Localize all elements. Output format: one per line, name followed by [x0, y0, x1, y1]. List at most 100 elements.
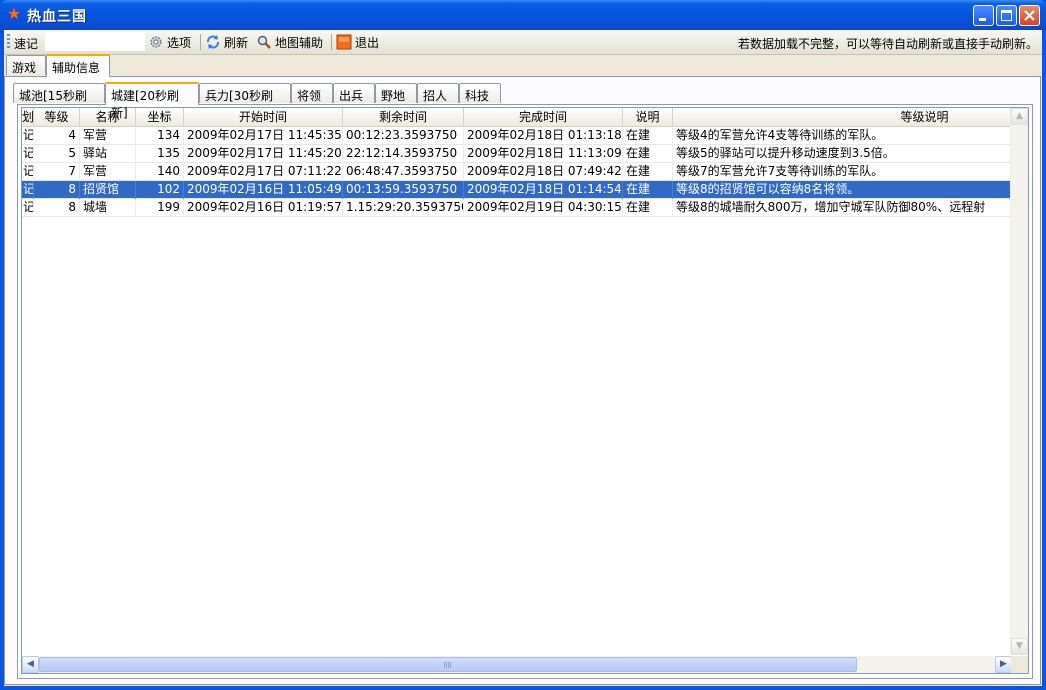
cell-name: 军营	[80, 127, 136, 145]
cell-level-desc: 等级5的驿站可以提升移动速度到3.5倍。	[673, 145, 1012, 163]
magnifier-icon	[257, 35, 271, 49]
maximize-icon	[1001, 10, 1012, 21]
tab-tech[interactable]: 科技	[459, 83, 501, 103]
cell-finish-time: 2009年02月18日 07:49:42	[464, 163, 623, 181]
table-row-selected[interactable]: 记 8 招贤馆 102 2009年02月16日 11:05:49 00:13:5…	[22, 181, 1012, 199]
exit-icon	[336, 34, 352, 50]
cell-remaining-time: 06:48:47.3593750	[343, 163, 464, 181]
tab-wilderness[interactable]: 野地	[375, 83, 417, 103]
cell-remaining-time: 1.15:29:20.3593750	[343, 199, 464, 217]
cell-start-time: 2009年02月16日 11:05:49	[184, 181, 343, 199]
cell-finish-time: 2009年02月18日 11:13:09	[464, 145, 623, 163]
thumb-grip	[444, 662, 452, 668]
tab-troops[interactable]: 兵力[30秒刷新]	[199, 83, 291, 120]
options-button[interactable]: 选项	[146, 32, 193, 52]
scroll-right-button[interactable]: ▶	[995, 656, 1012, 673]
close-button[interactable]	[1019, 5, 1040, 26]
vertical-scrollbar[interactable]: ▲ ▼	[1010, 108, 1028, 655]
toolbar-grip[interactable]	[7, 34, 10, 50]
scroll-up-button[interactable]: ▲	[1011, 108, 1028, 125]
refresh-label: 刷新	[224, 35, 249, 50]
app-window: ★ 热血三国 速记 选项 刷新 地图辅助 退出 若数据加载不完整，可以等待自动刷…	[0, 0, 1046, 690]
exit-button[interactable]: 退出	[334, 32, 381, 52]
map-assist-label: 地图辅助	[275, 35, 324, 50]
table-row[interactable]: 记 7 军营 140 2009年02月17日 07:11:22 06:48:47…	[22, 163, 1012, 181]
horizontal-scrollbar[interactable]: ◀ ▶	[22, 656, 1012, 673]
maximize-button[interactable]	[996, 5, 1017, 26]
cell-remaining-time: 22:12:14.3593750	[343, 145, 464, 163]
cell-level: 8	[34, 199, 80, 217]
cell-start-time: 2009年02月17日 11:45:20	[184, 145, 343, 163]
cell-note: 在建	[623, 127, 673, 145]
construction-list[interactable]: 划 等级 名称 坐标 开始时间 剩余时间 完成时间 说明 等级说明 记 4 军营…	[21, 107, 1029, 674]
cell-level-desc: 等级7的军营允许7支等待训练的军队。	[673, 163, 1012, 181]
options-label: 选项	[167, 35, 192, 50]
cell-note: 在建	[623, 199, 673, 217]
table-row[interactable]: 记 8 城墙 199 2009年02月16日 01:19:57 1.15:29:…	[22, 199, 1012, 217]
table-row[interactable]: 记 4 军营 134 2009年02月17日 11:45:35 00:12:23…	[22, 127, 1012, 145]
cell-level: 8	[34, 181, 80, 199]
column-header-level-desc[interactable]: 等级说明	[673, 108, 1028, 126]
cell-name: 城墙	[80, 199, 136, 217]
cell-level-desc: 等级8的城墙耐久800万，增加守城军队防御80%、远程射	[673, 199, 1012, 217]
horizontal-scroll-thumb[interactable]	[39, 657, 857, 672]
scroll-left-button[interactable]: ◀	[22, 656, 39, 673]
star-icon: ★	[6, 4, 22, 23]
cell-mark: 记	[22, 127, 34, 145]
column-header-coord[interactable]: 坐标	[136, 108, 184, 126]
cell-finish-time: 2009年02月19日 04:30:15	[464, 199, 623, 217]
close-icon	[1024, 10, 1035, 21]
cell-remaining-time: 00:12:23.3593750	[343, 127, 464, 145]
quick-note-input[interactable]	[45, 32, 145, 51]
cell-coord: 140	[136, 163, 184, 181]
cell-coord: 199	[136, 199, 184, 217]
toolbar: 速记 选项 刷新 地图辅助 退出 若数据加载不完整，可以等待自动刷新或直接手动刷…	[4, 30, 1042, 55]
table-row[interactable]: 记 5 驿站 135 2009年02月17日 11:45:20 22:12:14…	[22, 145, 1012, 163]
column-header-level[interactable]: 等级	[34, 108, 80, 126]
refresh-button[interactable]: 刷新	[203, 32, 250, 52]
tab-recruit[interactable]: 招人	[417, 83, 459, 103]
column-header-note[interactable]: 说明	[623, 108, 673, 126]
refresh-icon	[207, 35, 219, 49]
client-area: 速记 选项 刷新 地图辅助 退出 若数据加载不完整，可以等待自动刷新或直接手动刷…	[4, 30, 1042, 686]
column-header-mark[interactable]: 划	[22, 108, 34, 126]
cell-mark: 记	[22, 199, 34, 217]
tab-city[interactable]: 城池[15秒刷新]	[13, 83, 105, 120]
cell-level: 5	[34, 145, 80, 163]
tab-game[interactable]: 游戏	[6, 55, 46, 75]
cell-mark: 记	[22, 181, 34, 199]
toolbar-separator	[331, 34, 332, 50]
cell-start-time: 2009年02月17日 11:45:35	[184, 127, 343, 145]
cell-note: 在建	[623, 181, 673, 199]
gear-icon	[150, 36, 162, 48]
tab-construction[interactable]: 城建[20秒刷新]	[105, 82, 199, 120]
column-header-remaining-time[interactable]: 剩余时间	[343, 108, 464, 126]
cell-start-time: 2009年02月16日 01:19:57	[184, 199, 343, 217]
cell-level-desc: 等级8的招贤馆可以容纳8名将领。	[673, 181, 1012, 199]
main-tab-strip: 游戏 辅助信息	[4, 54, 1042, 77]
map-assist-button[interactable]: 地图辅助	[254, 32, 325, 52]
title-bar[interactable]: ★ 热血三国	[0, 0, 1046, 30]
exit-label: 退出	[355, 35, 380, 50]
cell-coord: 102	[136, 181, 184, 199]
column-header-start-time[interactable]: 开始时间	[184, 108, 343, 126]
tab-helper-info[interactable]: 辅助信息	[46, 54, 110, 77]
tab-dispatch[interactable]: 出兵	[333, 83, 375, 103]
status-message: 若数据加载不完整，可以等待自动刷新或直接手动刷新。	[737, 37, 1038, 51]
quick-note-label: 速记	[14, 37, 39, 51]
minimize-button[interactable]	[973, 5, 994, 26]
cell-note: 在建	[623, 163, 673, 181]
cell-name: 军营	[80, 163, 136, 181]
scroll-down-button[interactable]: ▼	[1011, 638, 1028, 655]
minimize-icon	[979, 18, 986, 21]
cell-name: 招贤馆	[80, 181, 136, 199]
column-header-finish-time[interactable]: 完成时间	[464, 108, 623, 126]
cell-mark: 记	[22, 145, 34, 163]
cell-note: 在建	[623, 145, 673, 163]
cell-coord: 135	[136, 145, 184, 163]
cell-remaining-time: 00:13:59.3593750	[343, 181, 464, 199]
construction-panel: 划 等级 名称 坐标 开始时间 剩余时间 完成时间 说明 等级说明 记 4 军营…	[17, 104, 1033, 679]
tab-generals[interactable]: 将领	[291, 83, 333, 103]
cell-start-time: 2009年02月17日 07:11:22	[184, 163, 343, 181]
window-title: 热血三国	[27, 9, 87, 25]
